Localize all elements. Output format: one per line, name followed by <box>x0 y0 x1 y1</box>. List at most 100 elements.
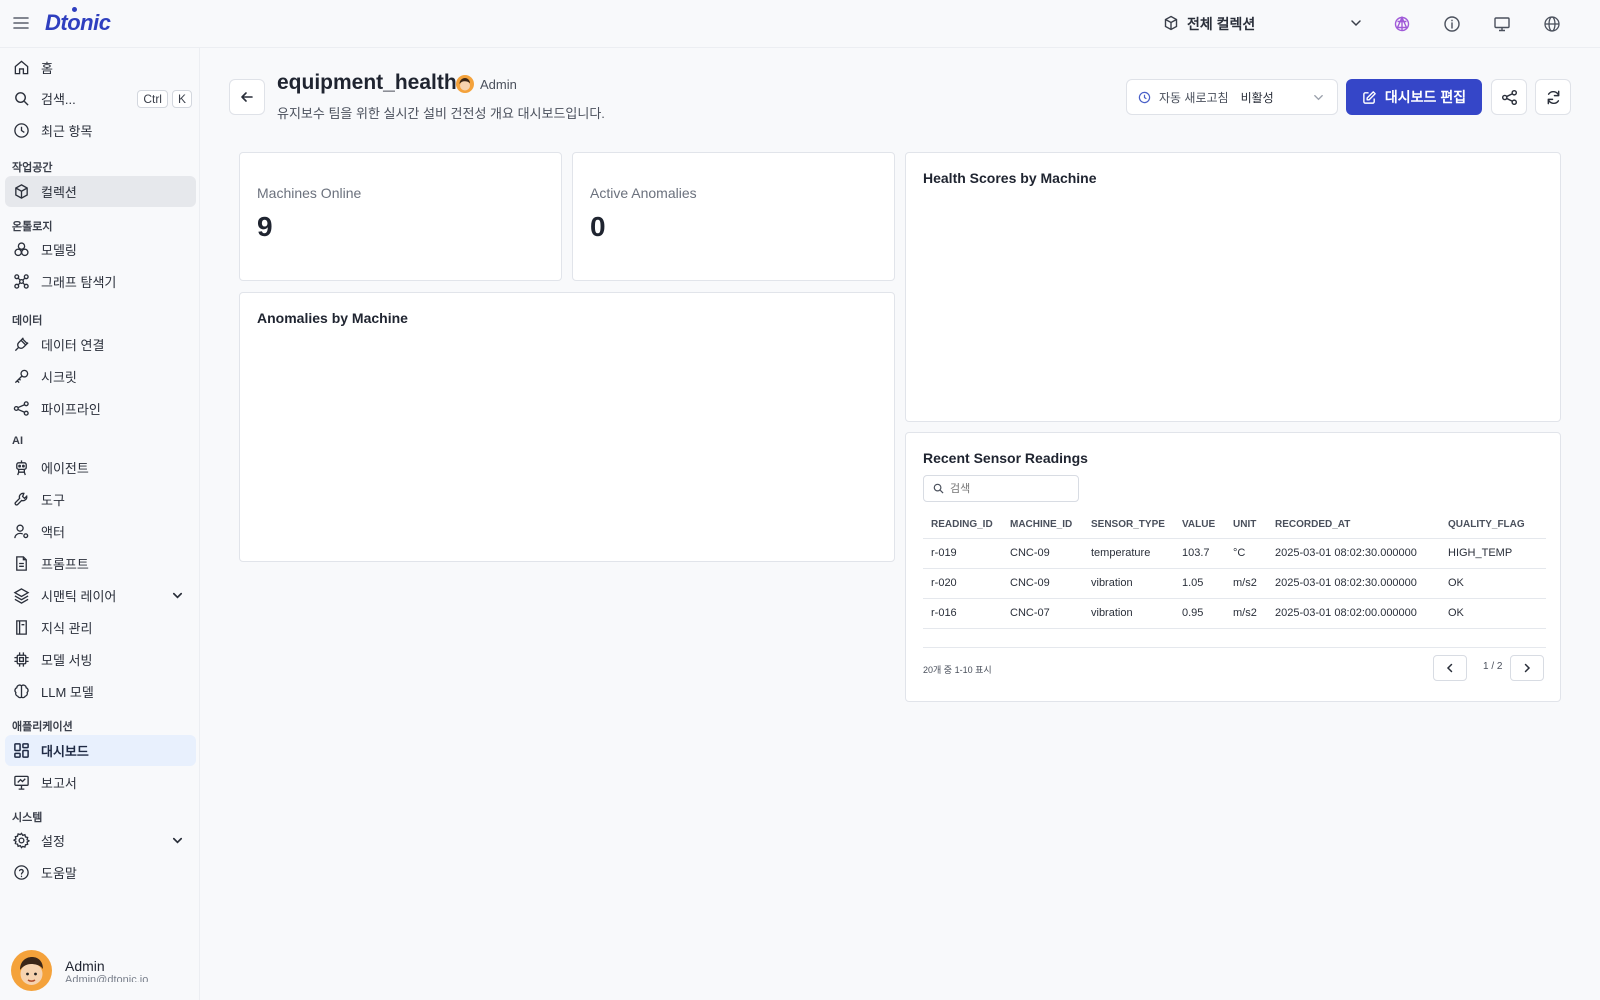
sidebar-item-model-serving[interactable]: 모델 서빙 <box>5 644 196 675</box>
sidebar-item-data-connection[interactable]: 데이터 연결 <box>5 329 196 360</box>
sidebar-item-label: 설정 <box>41 834 65 849</box>
sidebar-item-help[interactable]: 도움말 <box>5 857 196 888</box>
auto-refresh-select[interactable]: 자동 새로고침 비활성 <box>1126 79 1338 115</box>
sidebar-item-knowledge[interactable]: 지식 관리 <box>5 612 196 643</box>
sidebar-item-semantic-layer[interactable]: 시맨틱 레이어 <box>5 580 196 611</box>
table-cell: OK <box>1440 598 1546 629</box>
sidebar-item-label: 프롬프트 <box>41 557 89 572</box>
chevron-right-icon <box>1524 663 1531 673</box>
table-cell: 103.7 <box>1174 538 1225 569</box>
sidebar-item-reports[interactable]: 보고서 <box>5 767 196 798</box>
sidebar-item-prompts[interactable]: 프롬프트 <box>5 548 196 579</box>
sidebar-item-label: 보고서 <box>41 776 77 791</box>
readings-table: READING_ID MACHINE_ID SENSOR_TYPE VALUE … <box>923 511 1546 629</box>
sidebar-item-actors[interactable]: 액터 <box>5 516 196 547</box>
chevron-down-icon <box>172 837 183 844</box>
column-header[interactable]: SENSOR_TYPE <box>1083 511 1174 539</box>
table-search-input[interactable] <box>950 482 1060 495</box>
kpi-active-anomalies: Active Anomalies 0 <box>572 152 895 281</box>
wrench-icon <box>14 492 28 506</box>
section-label-data: 데이터 <box>12 315 43 327</box>
table-cell: 2025-03-01 08:02:30.000000 <box>1267 538 1440 569</box>
sidebar-item-graph-explorer[interactable]: 그래프 탐색기 <box>5 266 196 297</box>
sidebar-item-dashboards[interactable]: 대시보드 <box>5 735 196 766</box>
share-button[interactable] <box>1491 79 1527 115</box>
sidebar-item-label: 시크릿 <box>41 370 77 385</box>
prev-page-button[interactable] <box>1433 655 1467 681</box>
table-row[interactable]: r-019 CNC-09 temperature 103.7 °C 2025-0… <box>923 538 1546 569</box>
table-header-row: READING_ID MACHINE_ID SENSOR_TYPE VALUE … <box>923 511 1546 539</box>
monitor-icon[interactable] <box>1490 12 1514 36</box>
sidebar-item-tools[interactable]: 도구 <box>5 484 196 515</box>
auto-refresh-value: 비활성 <box>1240 90 1274 105</box>
auto-refresh-label: 자동 새로고침 <box>1159 90 1229 105</box>
user-profile[interactable]: Admin Admin@dtonic.io <box>11 948 191 992</box>
avatar <box>456 75 474 93</box>
sidebar-item-search[interactable]: 검색... Ctrl K <box>5 83 196 114</box>
network-icon[interactable] <box>1390 12 1414 36</box>
column-header[interactable]: UNIT <box>1225 511 1267 539</box>
column-header[interactable]: READING_ID <box>923 511 1002 539</box>
table-cell: 2025-03-01 08:02:30.000000 <box>1267 568 1440 599</box>
kpi-machines-online: Machines Online 9 <box>239 152 562 281</box>
table-cell: 2025-03-01 08:02:00.000000 <box>1267 598 1440 629</box>
sidebar-item-home[interactable]: 홈 <box>5 52 196 83</box>
info-icon[interactable] <box>1440 12 1464 36</box>
sidebar-item-recent[interactable]: 최근 항목 <box>5 115 196 146</box>
presentation-icon <box>14 775 29 790</box>
column-header[interactable]: RECORDED_AT <box>1267 511 1440 539</box>
sidebar-item-label: 최근 항목 <box>41 124 93 139</box>
chip-icon <box>14 652 29 667</box>
sidebar-item-label: 에이전트 <box>41 461 89 476</box>
avatar <box>11 949 52 991</box>
kpi-value: 9 <box>257 211 273 242</box>
sidebar-item-llm-models[interactable]: LLM 모델 <box>5 676 196 707</box>
back-button[interactable] <box>229 79 265 115</box>
column-header[interactable]: MACHINE_ID <box>1002 511 1083 539</box>
user-gear-icon <box>14 524 29 539</box>
table-cell: CNC-09 <box>1002 538 1083 569</box>
page-title: equipment_health <box>277 71 457 94</box>
table-cell: m/s2 <box>1225 598 1267 629</box>
book-icon <box>16 620 27 635</box>
table-row[interactable]: r-016 CNC-07 vibration 0.95 m/s2 2025-03… <box>923 598 1546 629</box>
table-cell: 1.05 <box>1174 568 1225 599</box>
column-header[interactable]: VALUE <box>1174 511 1225 539</box>
refresh-button[interactable] <box>1535 79 1571 115</box>
page-indicator: 1 / 2 <box>1483 661 1503 672</box>
sidebar-item-label: 컬렉션 <box>41 185 77 200</box>
collection-select[interactable]: 전체 컬렉션 <box>1163 10 1363 38</box>
sidebar-item-label: 검색... <box>41 92 76 107</box>
sidebar-item-pipeline[interactable]: 파이프라인 <box>5 393 196 424</box>
help-icon <box>14 865 29 880</box>
sidebar-item-label: 액터 <box>41 525 65 540</box>
column-header[interactable]: QUALITY_FLAG <box>1440 511 1546 539</box>
table-search[interactable] <box>923 475 1079 502</box>
next-page-button[interactable] <box>1510 655 1544 681</box>
sidebar: 홈 검색... Ctrl K 최근 항목 작업공간 컬렉션 온톨로지 모델링 그… <box>0 48 200 1000</box>
globe-icon[interactable] <box>1540 12 1564 36</box>
sidebar-item-agents[interactable]: 에이전트 <box>5 452 196 483</box>
sidebar-item-collections[interactable]: 컬렉션 <box>5 176 196 207</box>
edit-dashboard-button[interactable]: 대시보드 편집 <box>1346 79 1482 115</box>
brain-icon <box>14 684 29 699</box>
table-row[interactable]: r-020 CNC-09 vibration 1.05 m/s2 2025-03… <box>923 568 1546 599</box>
sidebar-item-modeling[interactable]: 모델링 <box>5 234 196 265</box>
sidebar-item-secrets[interactable]: 시크릿 <box>5 361 196 392</box>
layers-icon <box>13 588 30 604</box>
owner-name: Admin <box>480 76 517 92</box>
share-icon <box>1501 89 1517 105</box>
sidebar-item-label: 모델 서빙 <box>41 653 93 668</box>
sidebar-item-label: LLM 모델 <box>41 685 94 700</box>
table-cell: m/s2 <box>1225 568 1267 599</box>
kpi-value: 0 <box>590 211 606 242</box>
app-logo[interactable]: Dtonic <box>45 10 111 36</box>
menu-icon[interactable] <box>12 14 30 32</box>
table-cell: temperature <box>1083 538 1174 569</box>
sidebar-item-settings[interactable]: 설정 <box>5 825 196 856</box>
cube-icon <box>1163 15 1179 34</box>
cube-icon <box>15 184 28 199</box>
pagination-info: 20개 중 1-10 표시 <box>923 665 992 675</box>
anomalies-chart-card: Anomalies by Machine <box>239 292 895 562</box>
chevron-down-icon <box>172 592 183 599</box>
